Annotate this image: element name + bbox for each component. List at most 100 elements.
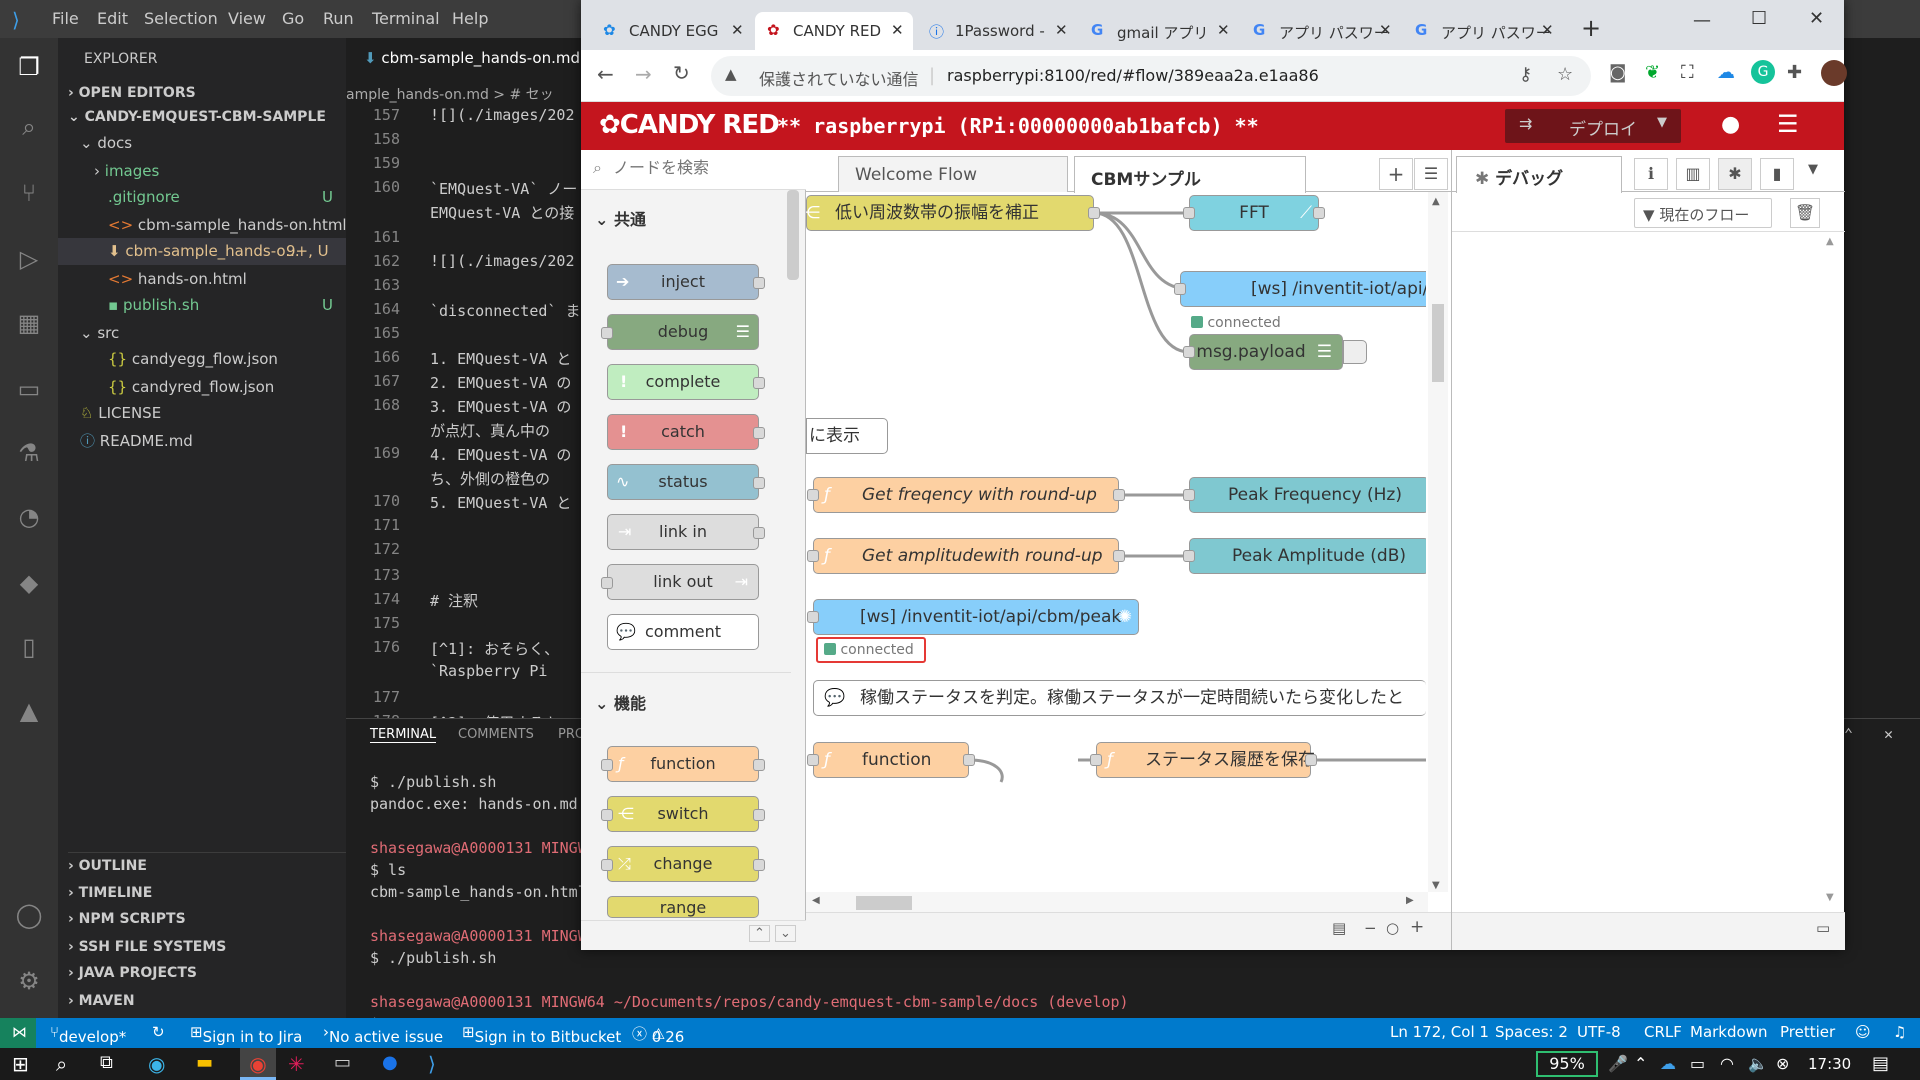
tab-comments[interactable]: COMMENTS <box>458 727 534 742</box>
flow-node-compensate[interactable]: ⋲ 低い周波数帯の振幅を補正 <box>806 195 1100 231</box>
close-tab-icon[interactable]: ✕ <box>1055 21 1068 39</box>
flow-node-msg-payload[interactable]: msg.payload ☰ <box>1183 334 1343 370</box>
screenshot-icon[interactable]: ⛶ <box>1681 62 1694 83</box>
flow-node-status-comment[interactable]: 💬 稼働ステータスを判定。稼働ステータスが一定時間続いたら変化したと <box>813 680 1426 716</box>
tab-terminal[interactable]: TERMINAL <box>370 727 437 743</box>
omnibox[interactable]: ▲ 保護されていない通信 | raspberrypi:8100/red/#flo… <box>711 56 1591 96</box>
notification-center-icon[interactable]: ▤ <box>1872 1053 1889 1074</box>
document-icon[interactable]: ▯ <box>12 630 46 664</box>
java-projects-section[interactable]: › JAVA PROJECTS <box>68 960 356 987</box>
ssh-section[interactable]: › SSH FILE SYSTEMS <box>68 934 356 961</box>
close-window-button[interactable]: ✕ <box>1809 8 1824 29</box>
cursor-position[interactable]: Ln 172, Col 1 <box>1390 1023 1489 1041</box>
clock[interactable]: 17:30 <box>1808 1055 1851 1073</box>
editor-tab[interactable]: ⬇ cbm-sample_hands-on.md <box>346 38 581 80</box>
flow-node-fft[interactable]: FFT ⟋ <box>1183 195 1325 231</box>
camera-icon[interactable]: ◙ <box>1609 62 1626 83</box>
category-common[interactable]: ⌄ 共通 <box>595 206 646 230</box>
zoom-reset-button[interactable]: ○ <box>1386 919 1399 937</box>
workspace-hscrollbar[interactable]: ◀ ▶ <box>806 892 1428 912</box>
reload-button[interactable]: ↻ <box>673 61 690 85</box>
source-control-icon[interactable]: ⑂ <box>12 176 46 210</box>
issue-status[interactable]: › No active issue <box>323 1023 443 1046</box>
category-function[interactable]: ⌄ 機能 <box>595 690 646 714</box>
minimize-button[interactable]: — <box>1693 10 1711 31</box>
folder-images[interactable]: › images <box>94 158 382 185</box>
flow-node-show-comment[interactable]: に表示 <box>806 418 888 454</box>
remote-explorer-icon[interactable]: ▭ <box>12 372 46 406</box>
code-line[interactable]: 2. EMQuest-VA の <box>430 372 571 393</box>
file-explorer-icon[interactable]: ▬ <box>196 1052 213 1073</box>
eol-status[interactable]: CRLF <box>1644 1023 1682 1041</box>
explorer-icon[interactable]: ❐ <box>12 50 46 84</box>
palette-node-comment[interactable]: 💬 comment <box>607 614 759 650</box>
new-tab-button[interactable]: + <box>1581 14 1601 42</box>
dashboard-chart-icon[interactable]: ▮ <box>1760 158 1794 190</box>
close-tab-icon[interactable]: ✕ <box>1217 21 1230 39</box>
info-tab-icon[interactable]: ℹ <box>1634 158 1668 190</box>
notifications-icon[interactable]: ♫ <box>1893 1023 1906 1041</box>
outline-section[interactable]: › OUTLINE <box>68 852 356 879</box>
feedback-icon[interactable]: ☺ <box>1855 1023 1871 1041</box>
evernote-icon[interactable]: ❦ <box>1645 62 1660 83</box>
file-cbm-md[interactable]: ⬇ cbm-sample_hands-o... 9+, U <box>58 238 346 265</box>
maximize-button[interactable]: ☐ <box>1751 8 1767 29</box>
debug-toggle-button[interactable] <box>1343 340 1367 364</box>
flow-list-button[interactable]: ☰ <box>1414 158 1448 190</box>
jira-status[interactable]: ⊞ Sign in to Jira <box>190 1023 302 1046</box>
current-flow-filter[interactable]: ▼ 現在のフロー <box>1634 198 1772 228</box>
maximize-panel-icon[interactable]: ⌃ <box>1844 725 1853 743</box>
warning-icon[interactable]: ▲ <box>725 65 737 83</box>
prettier-status[interactable]: Prettier <box>1780 1023 1835 1041</box>
edge-icon[interactable]: ◉ <box>148 1052 165 1076</box>
flow-node-peak-amplitude[interactable]: Peak Amplitude (dB) <box>1183 538 1426 574</box>
close-tab-icon[interactable]: ✕ <box>891 21 904 39</box>
tab-app-password-2[interactable]: G アプリ パスワー ✕ <box>1403 12 1561 50</box>
flow-node-save-history[interactable]: ƒ ステータス履歴を保存 <box>1090 742 1317 778</box>
run-debug-icon[interactable]: ▷ <box>12 242 46 276</box>
clear-debug-trash-icon[interactable]: 🗑 <box>1790 198 1820 228</box>
flow-node-ws-peak[interactable]: [ws] /inventit-iot/api/cbm/peak ✺ <box>807 599 1139 635</box>
profile-avatar[interactable] <box>1821 60 1847 86</box>
menu-go[interactable]: Go <box>282 9 304 28</box>
palette-node-switch[interactable]: ⋲ switch <box>601 796 765 832</box>
code-line[interactable]: ![](./images/202 <box>430 106 575 124</box>
palette-node-link-in[interactable]: ⇥ link in <box>607 514 765 550</box>
debug-bug-icon[interactable]: ✱ <box>1718 158 1752 190</box>
encoding-status[interactable]: UTF-8 <box>1577 1023 1621 1041</box>
palette-node-status[interactable]: ∿ status <box>607 464 765 500</box>
code-line[interactable]: `Raspberry Pi <box>430 662 547 680</box>
code-line[interactable]: 5. EMQuest-VA と <box>430 492 571 513</box>
palette-scrollbar[interactable] <box>787 190 799 280</box>
code-line[interactable]: [^1]: おそらく、 <box>430 638 559 659</box>
close-tab-icon[interactable]: ✕ <box>731 21 744 39</box>
onedrive-icon[interactable]: ☁ <box>1660 1054 1676 1073</box>
tab-cbm-sample[interactable]: CBMサンプル <box>1074 156 1306 193</box>
help-book-icon[interactable]: ▥ <box>1676 158 1710 190</box>
deploy-button[interactable]: ⇉ デプロイ ▼ <box>1505 109 1681 143</box>
navigator-icon[interactable]: ▤ <box>1332 919 1346 937</box>
code-line[interactable]: `disconnected` ま <box>430 300 580 321</box>
deploy-menu-chevron-icon[interactable]: ▼ <box>1657 115 1667 130</box>
menu-terminal[interactable]: Terminal <box>372 9 440 28</box>
language-status[interactable]: Markdown <box>1690 1023 1767 1041</box>
palette-node-change[interactable]: ⤮ change <box>601 846 765 882</box>
git-graph-icon[interactable]: ◔ <box>12 500 46 534</box>
sidebar-menu-chevron-icon[interactable]: ▼ <box>1808 162 1818 177</box>
gear-icon[interactable]: ⚙ <box>12 964 46 998</box>
volume-icon[interactable]: 🔈 <box>1748 1054 1768 1073</box>
bookmark-star-icon[interactable]: ☆ <box>1557 64 1573 85</box>
key-icon[interactable]: ⚷ <box>1519 64 1532 85</box>
folder-src[interactable]: ⌄ src <box>80 320 368 347</box>
wifi-icon[interactable]: ◠ <box>1720 1054 1734 1073</box>
url-text[interactable]: raspberrypi:8100/red/#flow/389eaa2a.e1aa… <box>947 66 1319 85</box>
code-line[interactable]: 1. EMQuest-VA と <box>430 348 571 369</box>
docker-icon[interactable]: ◆ <box>12 566 46 600</box>
add-flow-button[interactable]: + <box>1379 158 1413 190</box>
windows-start-icon[interactable]: ⊞ <box>12 1052 29 1076</box>
cloud-icon[interactable]: ☁ <box>1717 62 1735 83</box>
vscroll-thumb[interactable] <box>1432 304 1444 382</box>
task-view-icon[interactable]: ⧉ <box>100 1052 113 1073</box>
main-menu-icon[interactable]: ☰ <box>1777 110 1799 138</box>
menu-edit[interactable]: Edit <box>97 9 128 28</box>
